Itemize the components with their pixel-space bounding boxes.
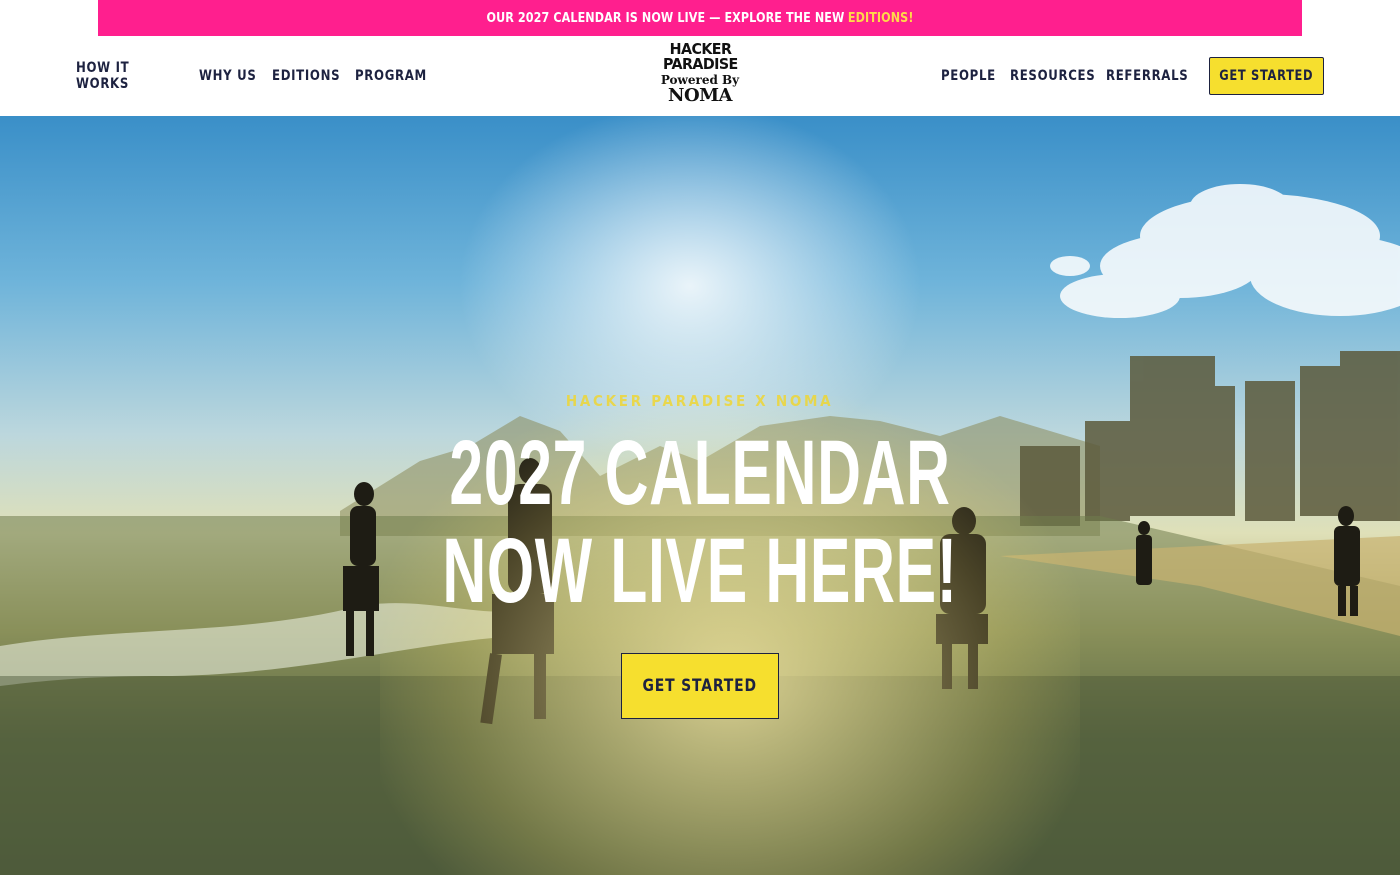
announcement-editions-link[interactable]: EDITIONS! xyxy=(848,11,914,26)
hacker-paradise-logo[interactable]: HACKER PARADISE Powered By NOMA xyxy=(656,42,744,110)
logo-line-noma: NOMA xyxy=(667,85,733,106)
hero-eyebrow: HACKER PARADISE X NOMA xyxy=(0,392,1400,410)
nav-people[interactable]: PEOPLE xyxy=(941,68,996,84)
hero-headline-line-1: 2027 CALENDAR xyxy=(449,422,951,524)
nav-resources[interactable]: RESOURCES xyxy=(1010,68,1095,84)
header-get-started-label: GET STARTED xyxy=(1219,68,1314,84)
nav-referrals[interactable]: REFERRALS xyxy=(1106,68,1188,84)
hero-get-started-label: GET STARTED xyxy=(642,676,758,696)
nav-why-us[interactable]: WHY US xyxy=(199,68,257,84)
nav-editions[interactable]: EDITIONS xyxy=(272,68,340,84)
primary-nav-left: HOW IT WORKS WHY US EDITIONS PROGRAM xyxy=(76,36,429,116)
nav-how-it-works[interactable]: HOW IT WORKS xyxy=(76,60,176,92)
nav-program[interactable]: PROGRAM xyxy=(355,68,426,84)
hero-eyebrow-text: HACKER PARADISE X NOMA xyxy=(566,392,834,410)
header-get-started-button[interactable]: GET STARTED xyxy=(1209,57,1324,95)
primary-nav-right: PEOPLE RESOURCES REFERRALS xyxy=(937,36,1188,116)
logo-line-paradise: PARADISE xyxy=(662,55,738,73)
hero-get-started-button[interactable]: GET STARTED xyxy=(621,653,779,719)
clouds xyxy=(1050,184,1400,318)
announcement-text: OUR 2027 CALENDAR IS NOW LIVE — EXPLORE … xyxy=(486,10,845,26)
site-header: HOW IT WORKS WHY US EDITIONS PROGRAM HAC… xyxy=(0,36,1400,116)
hero-section: HACKER PARADISE X NOMA 2027 CALENDAR NOW… xyxy=(0,116,1400,875)
hero-headline-line-2: NOW LIVE HERE! xyxy=(442,520,958,622)
announcement-bar: OUR 2027 CALENDAR IS NOW LIVE — EXPLORE … xyxy=(98,0,1302,36)
hero-headline: 2027 CALENDAR NOW LIVE HERE! xyxy=(0,424,1400,620)
